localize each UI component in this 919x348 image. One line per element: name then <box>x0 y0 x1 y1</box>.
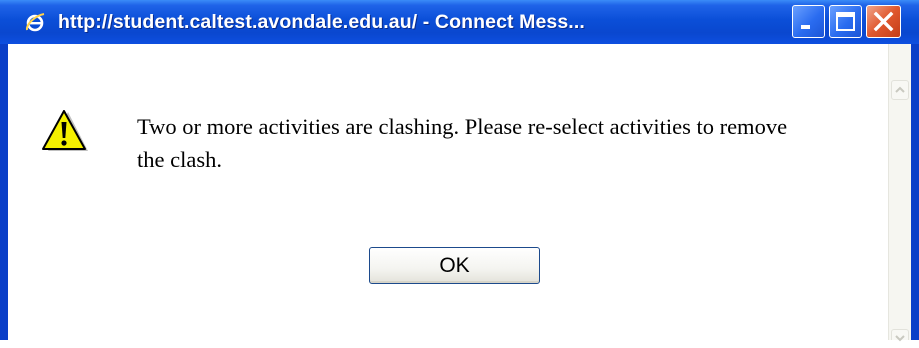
dialog-window: http://student.caltest.avondale.edu.au/ … <box>0 0 919 342</box>
minimize-icon <box>801 25 810 29</box>
scroll-up-button[interactable] <box>891 80 909 100</box>
ie-icon <box>25 13 45 32</box>
chevron-up-icon <box>895 86 905 93</box>
message-text: Two or more activities are clashing. Ple… <box>137 114 788 172</box>
window-title: http://student.caltest.avondale.edu.au/ … <box>58 11 585 33</box>
scroll-down-button[interactable] <box>891 329 909 342</box>
dialog-body: Two or more activities are clashing. Ple… <box>6 44 913 342</box>
chevron-down-icon <box>895 335 905 342</box>
vertical-scrollbar[interactable] <box>888 44 911 342</box>
warning-icon <box>42 110 88 151</box>
title-bar[interactable]: http://student.caltest.avondale.edu.au/ … <box>0 0 919 44</box>
maximize-icon <box>836 12 855 31</box>
ok-button[interactable]: OK <box>369 247 540 284</box>
minimize-button[interactable] <box>792 5 825 38</box>
close-icon <box>873 11 894 32</box>
close-button[interactable] <box>866 5 901 38</box>
maximize-button[interactable] <box>829 5 862 38</box>
